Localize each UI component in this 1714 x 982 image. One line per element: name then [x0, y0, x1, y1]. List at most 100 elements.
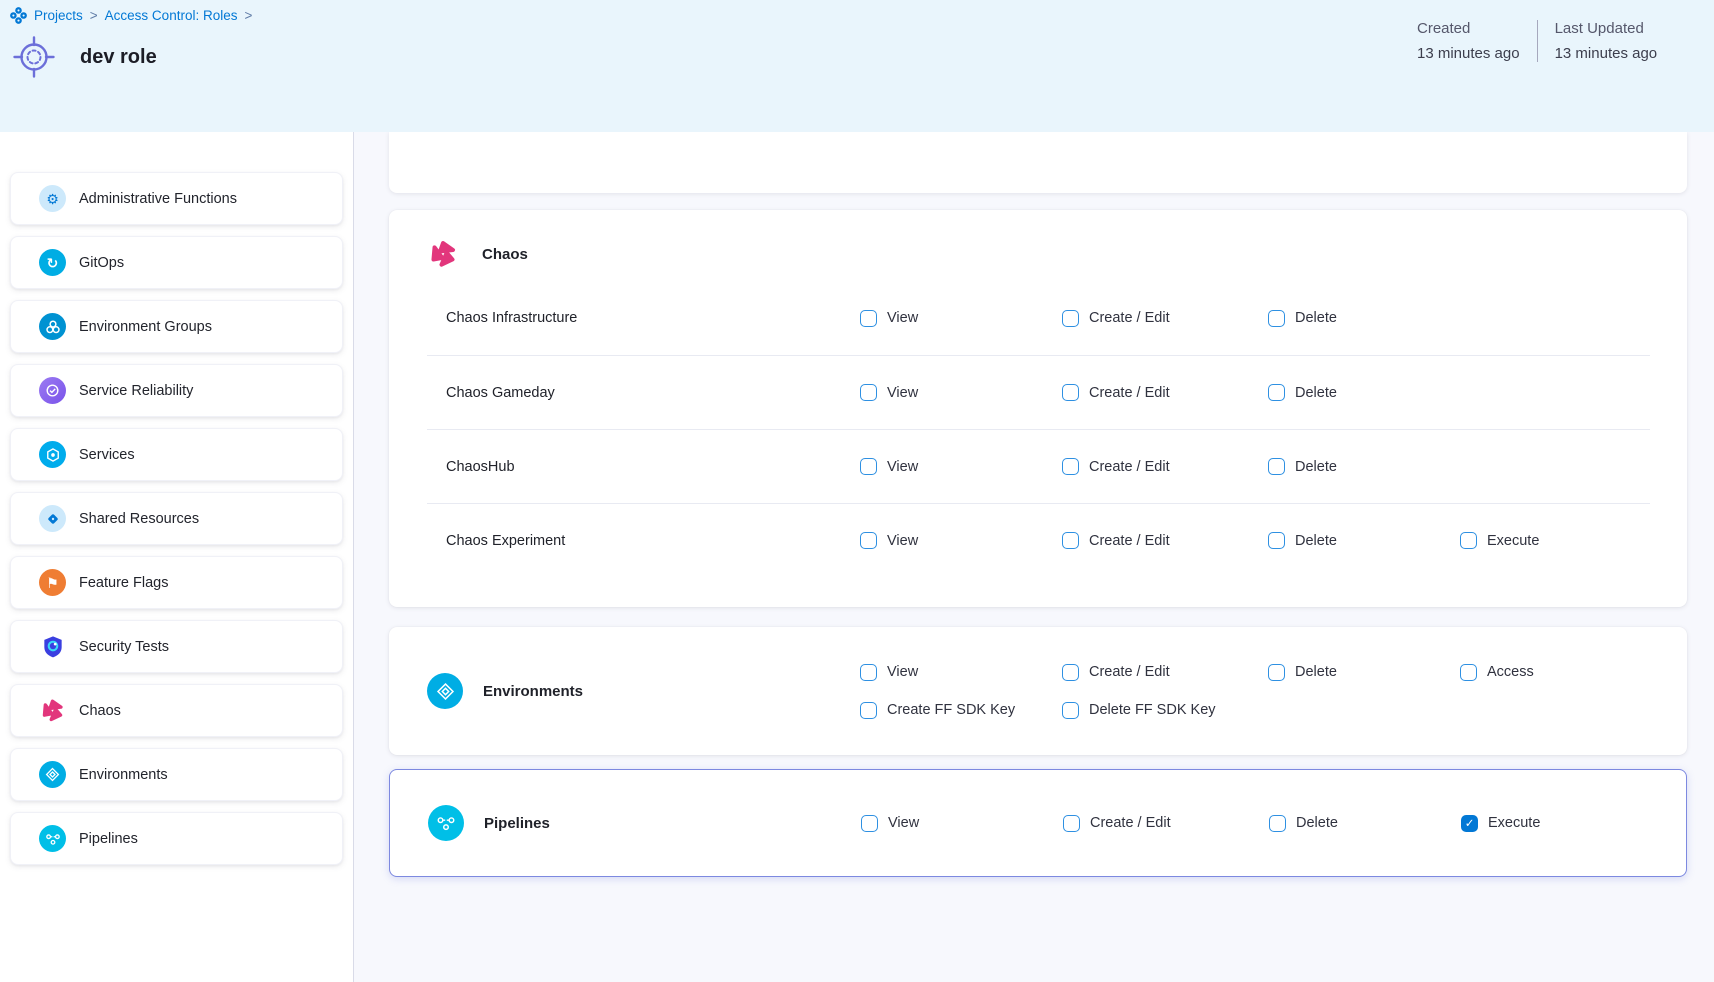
view-checkbox[interactable] [861, 815, 878, 832]
delete-checkbox[interactable] [1268, 532, 1285, 549]
permission-create-edit[interactable]: Create / Edit [1062, 384, 1268, 401]
permission-delete[interactable]: Delete [1268, 532, 1460, 549]
services-icon [39, 441, 66, 468]
create-edit-checkbox[interactable] [1062, 310, 1079, 327]
breadcrumb-separator: > [90, 8, 98, 23]
permission-view[interactable]: View [861, 815, 1063, 832]
pipelines-permissions-card[interactable]: Pipelines View Create / Edit Delete Exec… [389, 769, 1687, 877]
view-checkbox[interactable] [860, 458, 877, 475]
environments-icon [39, 761, 66, 788]
delete-checkbox[interactable] [1268, 310, 1285, 327]
pipelines-icon [39, 825, 66, 852]
delete-checkbox[interactable] [1268, 664, 1285, 681]
last-updated-meta: Last Updated 13 minutes ago [1537, 20, 1658, 62]
sidebar-item-label: Environment Groups [79, 319, 212, 335]
delete-checkbox[interactable] [1268, 458, 1285, 475]
permission-view[interactable]: View [860, 664, 1062, 681]
card-title: Pipelines [484, 815, 550, 832]
breadcrumb: Projects > Access Control: Roles > [10, 7, 252, 24]
access-checkbox[interactable] [1460, 664, 1477, 681]
sidebar-item-environments[interactable]: Environments [10, 748, 343, 801]
delete-checkbox[interactable] [1268, 384, 1285, 401]
page-header: Projects > Access Control: Roles > dev r… [0, 0, 1714, 132]
permission-create-edit[interactable]: Create / Edit [1063, 815, 1269, 832]
permission-execute[interactable]: Execute [1461, 815, 1649, 832]
permission-access[interactable]: Access [1460, 664, 1650, 681]
card-title: Chaos [482, 246, 528, 263]
permission-create-edit[interactable]: Create / Edit [1062, 664, 1268, 681]
row-label: Chaos Experiment [427, 533, 860, 549]
permission-delete-ff-sdk-key[interactable]: Delete FF SDK Key [1062, 702, 1460, 719]
create-edit-checkbox[interactable] [1062, 664, 1079, 681]
permission-delete[interactable]: Delete [1268, 664, 1460, 681]
page-title: dev role [80, 46, 157, 69]
sidebar-item-label: Shared Resources [79, 511, 199, 527]
sidebar-item-pipelines[interactable]: Pipelines [10, 812, 343, 865]
projects-icon [10, 7, 27, 24]
sidebar-item-gitops[interactable]: ↻ GitOps [10, 236, 343, 289]
sidebar-item-services[interactable]: Services [10, 428, 343, 481]
create-ff-sdk-key-checkbox[interactable] [860, 702, 877, 719]
environments-icon [427, 673, 463, 709]
permission-delete[interactable]: Delete [1269, 815, 1461, 832]
permission-delete[interactable]: Delete [1268, 384, 1460, 401]
sidebar-item-label: Service Reliability [79, 383, 193, 399]
sidebar-item-service-reliability[interactable]: Service Reliability [10, 364, 343, 417]
breadcrumb-projects[interactable]: Projects [34, 8, 83, 23]
execute-checkbox[interactable] [1461, 815, 1478, 832]
created-value: 13 minutes ago [1417, 45, 1520, 62]
permission-create-edit[interactable]: Create / Edit [1062, 532, 1268, 549]
sidebar-item-administrative-functions[interactable]: ⚙ Administrative Functions [10, 172, 343, 225]
breadcrumb-access-control-roles[interactable]: Access Control: Roles [105, 8, 238, 23]
create-edit-checkbox[interactable] [1062, 384, 1079, 401]
view-checkbox[interactable] [860, 532, 877, 549]
service-reliability-icon [39, 377, 66, 404]
sidebar-item-label: Chaos [79, 703, 121, 719]
chaos-icon [39, 697, 66, 724]
environment-groups-icon [39, 313, 66, 340]
create-edit-checkbox[interactable] [1062, 458, 1079, 475]
permissions-panel: Chaos Chaos Infrastructure View Create /… [354, 132, 1714, 982]
permission-execute[interactable]: Execute [1460, 532, 1650, 549]
sidebar-item-label: Feature Flags [79, 575, 168, 591]
delete-ff-sdk-key-checkbox[interactable] [1062, 702, 1079, 719]
create-edit-checkbox[interactable] [1062, 532, 1079, 549]
permission-view[interactable]: View [860, 532, 1062, 549]
security-tests-icon [39, 633, 66, 660]
sidebar-item-label: GitOps [79, 255, 124, 271]
permission-create-edit[interactable]: Create / Edit [1062, 458, 1268, 475]
environments-permissions-card: Environments View Create / Edit Delete A… [389, 627, 1687, 755]
pipelines-icon [428, 805, 464, 841]
create-edit-checkbox[interactable] [1063, 815, 1080, 832]
view-checkbox[interactable] [860, 384, 877, 401]
sidebar-item-security-tests[interactable]: Security Tests [10, 620, 343, 673]
previous-resource-card-partial [389, 132, 1687, 193]
permission-view[interactable]: View [860, 458, 1062, 475]
permission-create-edit[interactable]: Create / Edit [1062, 310, 1268, 327]
permission-view[interactable]: View [860, 384, 1062, 401]
table-row-chaos-infrastructure: Chaos Infrastructure View Create / Edit … [427, 281, 1650, 355]
sidebar-item-label: Pipelines [79, 831, 138, 847]
view-checkbox[interactable] [860, 310, 877, 327]
row-label: Chaos Gameday [427, 385, 860, 401]
card-title: Environments [483, 683, 583, 700]
gear-icon: ⚙ [39, 185, 66, 212]
delete-checkbox[interactable] [1269, 815, 1286, 832]
sidebar-item-feature-flags[interactable]: ⚑ Feature Flags [10, 556, 343, 609]
permission-delete[interactable]: Delete [1268, 458, 1460, 475]
gitops-icon: ↻ [39, 249, 66, 276]
shared-resources-icon [39, 505, 66, 532]
permission-delete[interactable]: Delete [1268, 310, 1460, 327]
row-label: Chaos Infrastructure [427, 310, 860, 326]
sidebar-item-environment-groups[interactable]: Environment Groups [10, 300, 343, 353]
last-updated-value: 13 minutes ago [1555, 45, 1658, 62]
sidebar-item-shared-resources[interactable]: Shared Resources [10, 492, 343, 545]
permission-create-ff-sdk-key[interactable]: Create FF SDK Key [860, 702, 1062, 719]
permission-view[interactable]: View [860, 310, 1062, 327]
chaos-icon [427, 238, 459, 270]
table-row-chaoshub: ChaosHub View Create / Edit Delete [427, 429, 1650, 503]
sidebar-item-chaos[interactable]: Chaos [10, 684, 343, 737]
view-checkbox[interactable] [860, 664, 877, 681]
sidebar-item-label: Security Tests [79, 639, 169, 655]
execute-checkbox[interactable] [1460, 532, 1477, 549]
